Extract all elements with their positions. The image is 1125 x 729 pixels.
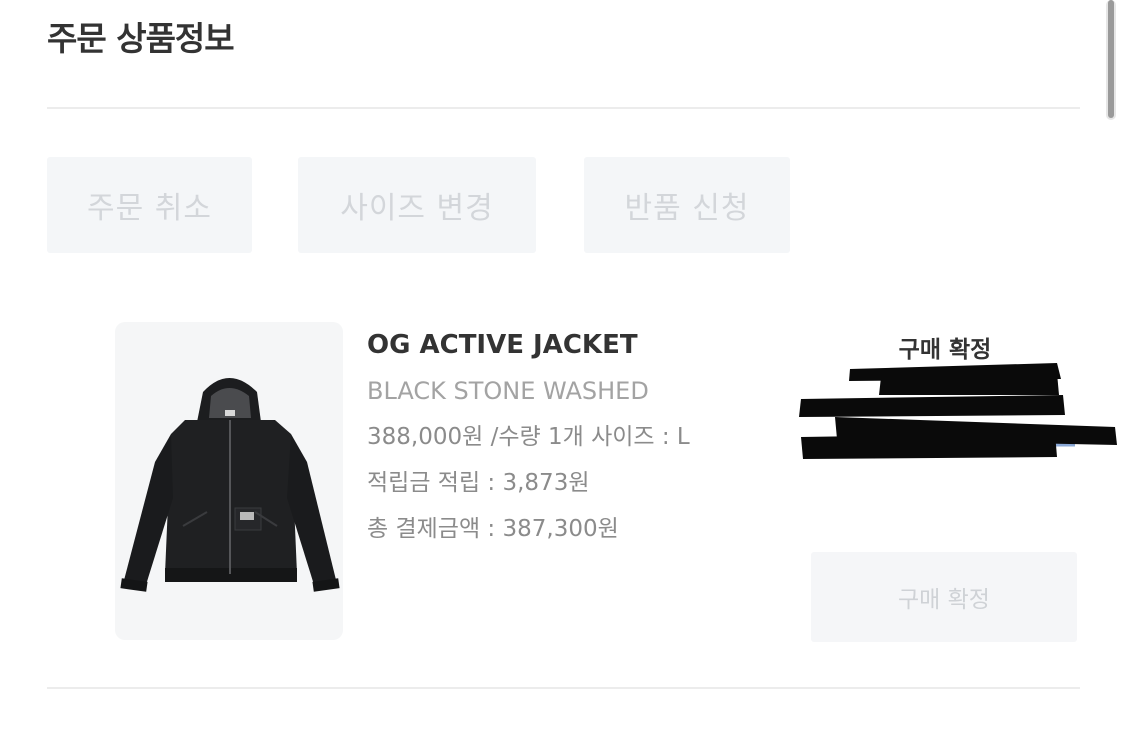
redaction-marks: [799, 363, 1117, 459]
reward-points: 적립금 적립 : 3,873원: [367, 470, 590, 496]
section-title: 주문 상품정보: [47, 19, 235, 58]
product-name[interactable]: OG ACTIVE JACKET: [367, 328, 690, 362]
top-divider: [47, 107, 1080, 109]
return-request-button[interactable]: 반품 신청: [584, 157, 790, 253]
product-color: BLACK STONE WASHED: [367, 377, 649, 405]
price-quantity-size: 388,000원 /수량 1개 사이즈 : L: [367, 424, 690, 450]
total-payment: 총 결제금액 : 387,300원: [367, 516, 619, 542]
vertical-scrollbar[interactable]: [1106, 0, 1116, 120]
purchase-confirm-button[interactable]: 구매 확정: [811, 552, 1077, 642]
product-image[interactable]: [115, 322, 343, 640]
jacket-image-icon: [120, 378, 340, 592]
size-change-button[interactable]: 사이즈 변경: [298, 157, 536, 253]
product-info: OG ACTIVE JACKET BLACK STONE WASHED 388,…: [367, 328, 690, 546]
order-cancel-button[interactable]: 주문 취소: [47, 157, 252, 253]
order-product-info-page: 주문 상품정보 주문 취소 사이즈 변경 반품 신청 OG ACTIVE JAC…: [0, 0, 1125, 729]
bottom-divider: [47, 687, 1080, 689]
scrollbar-thumb[interactable]: [1108, 0, 1114, 118]
